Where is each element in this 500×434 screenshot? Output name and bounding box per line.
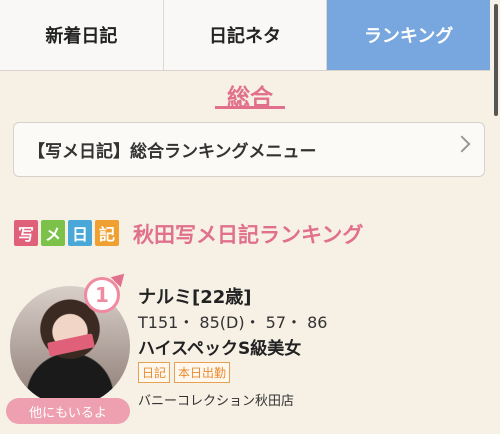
chevron-right-icon (453, 135, 471, 153)
tag-list: 日記 本日出勤 (138, 362, 231, 383)
shop-name[interactable]: バニーコレクション秋田店 (138, 390, 294, 409)
logo-tile: メ (41, 220, 65, 246)
logo-tile: 日 (68, 220, 92, 246)
avatar-tag (47, 333, 95, 357)
tab-ranking[interactable]: ランキング (327, 0, 491, 70)
girl-name[interactable]: ナルミ[22歳] (138, 283, 252, 309)
tab-new-diary[interactable]: 新着日記 (0, 0, 164, 70)
rank-badge: 1 (84, 277, 120, 313)
logo-tile: 記 (95, 220, 119, 246)
tab-diary-topics[interactable]: 日記ネタ (164, 0, 328, 70)
logo-tile: 写 (14, 220, 38, 246)
ranking-menu-button[interactable]: 【写メ日記】総合ランキングメニュー (13, 122, 485, 177)
girl-measurements: T151・ 85(D)・ 57・ 86 (138, 313, 328, 332)
ranking-title: 秋田写メ日記ランキング (133, 223, 364, 247)
ranking-menu-label: 【写メ日記】総合ランキングメニュー (28, 142, 317, 162)
tag-working-today: 本日出勤 (174, 362, 231, 383)
more-button[interactable]: 他にもいるよ (6, 398, 130, 424)
section-underline (215, 106, 285, 109)
tab-bar: 新着日記 日記ネタ ランキング (0, 0, 491, 71)
tag-diary: 日記 (138, 362, 171, 383)
diary-logo: 写 メ 日 記 (14, 212, 126, 254)
girl-catchphrase: ハイスペックS級美女 (138, 339, 302, 359)
